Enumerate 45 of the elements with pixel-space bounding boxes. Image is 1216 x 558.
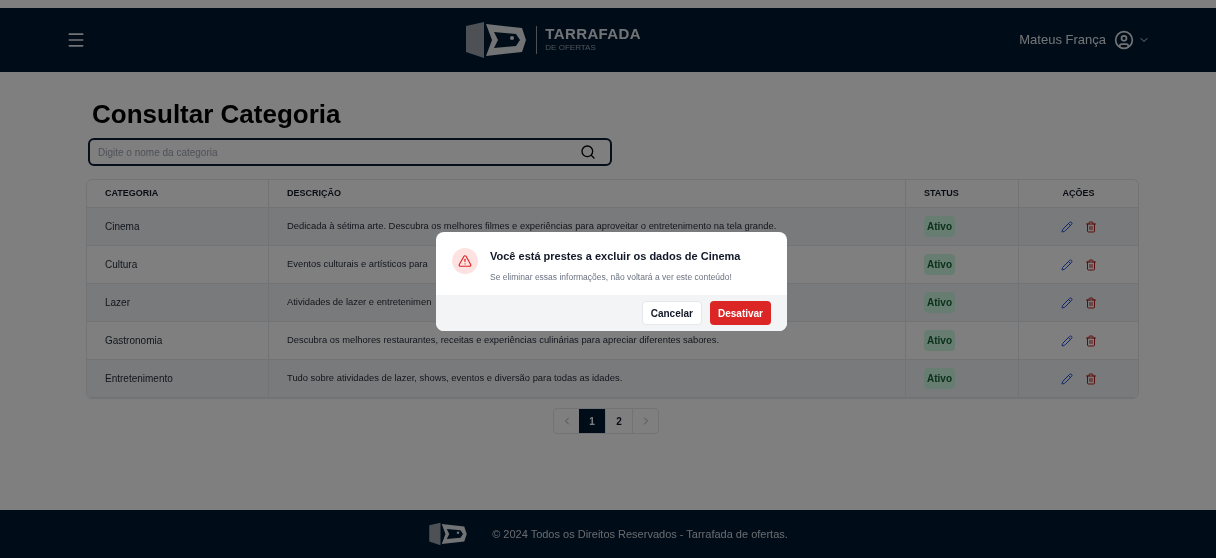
category-cell-text: Entretenimento xyxy=(105,372,173,386)
dialog-message: Se eliminar essas informações, não voltará a ver este conteúdo! xyxy=(490,270,733,284)
page-title: Consultar Categoria xyxy=(92,98,342,130)
trash-icon[interactable] xyxy=(1084,372,1097,385)
edit-icon[interactable] xyxy=(1060,334,1073,347)
edit-icon[interactable] xyxy=(1060,296,1073,309)
brand-name: TARRAFADA xyxy=(545,26,641,42)
status-badge: Ativo xyxy=(924,368,955,389)
column-header: CATEGORIA xyxy=(105,186,159,200)
edit-icon[interactable] xyxy=(1060,258,1073,271)
category-cell-text: Cultura xyxy=(105,258,138,272)
category-cell-text: Lazer xyxy=(105,296,130,310)
user-name[interactable]: Mateus França xyxy=(1019,30,1106,50)
user-avatar-icon[interactable] xyxy=(1114,30,1134,50)
description-cell: Descubra os melhores restaurantes, receitas e experiências culinárias para apreciar diferentes sabores. xyxy=(287,333,719,348)
cancel-button[interactable]: Cancelar xyxy=(641,301,702,326)
warning-icon xyxy=(458,254,472,268)
edit-icon[interactable] xyxy=(1060,372,1073,385)
deactivate-button[interactable]: Desativar xyxy=(709,301,771,326)
fish-logo-icon xyxy=(428,520,469,548)
status-badge: Ativo xyxy=(924,292,955,313)
trash-icon[interactable] xyxy=(1084,296,1097,309)
description-cell: Dedicada à sétima arte. Descubra os melhores filmes e experiências para aproveitar o entretenimento na tela grande. xyxy=(287,219,777,234)
description-cell: Atividades de lazer e entretenimen xyxy=(287,295,432,310)
column-header: AÇÕES xyxy=(1062,186,1095,200)
trash-icon[interactable] xyxy=(1084,220,1097,233)
trash-icon[interactable] xyxy=(1084,258,1097,271)
description-cell: Tudo sobre atividades de lazer, shows, eventos e diversão para todas as idades. xyxy=(287,371,623,386)
copyright-text: © 2024 Todos os Direitos Reservados - Tarrafada de ofertas. xyxy=(492,526,788,542)
category-cell-text: Gastronomia xyxy=(105,334,163,348)
page-button[interactable]: 1 xyxy=(579,409,606,433)
trash-icon[interactable] xyxy=(1084,334,1097,347)
status-badge: Ativo xyxy=(924,330,955,351)
column-header: DESCRIÇÃO xyxy=(287,186,341,200)
status-badge: Ativo xyxy=(924,216,955,237)
fish-logo-icon xyxy=(464,20,529,60)
category-cell-text: Cinema xyxy=(105,220,140,234)
status-badge: Ativo xyxy=(924,254,955,275)
brand-tagline: DE OFERTAS xyxy=(545,42,597,54)
menu-icon[interactable] xyxy=(66,30,86,50)
description-cell: Eventos culturais e artísticos para xyxy=(287,257,428,272)
column-header: STATUS xyxy=(924,186,959,200)
search-icon[interactable] xyxy=(580,144,596,160)
edit-icon[interactable] xyxy=(1060,220,1073,233)
dialog-title: Você está prestes a excluir os dados de Cinema xyxy=(490,249,741,264)
